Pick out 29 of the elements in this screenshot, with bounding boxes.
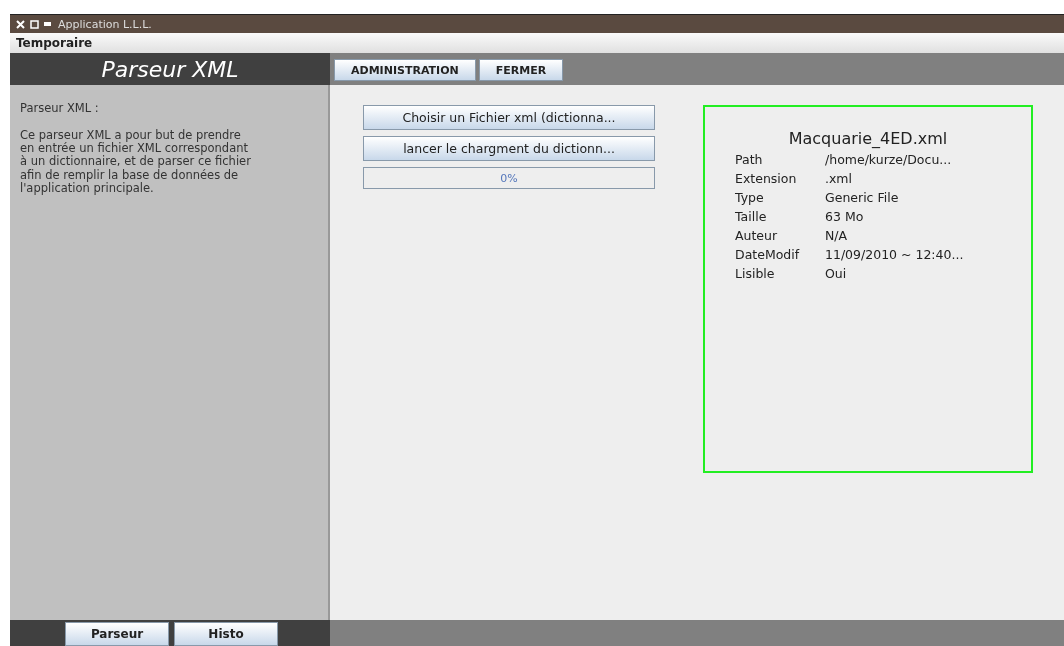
property-value: N/A bbox=[825, 228, 849, 243]
property-label: Path bbox=[735, 152, 764, 167]
property-label: DateModif bbox=[735, 247, 801, 262]
property-label: Lisible bbox=[735, 266, 776, 281]
tab[interactable]: ADMINISTRATION bbox=[334, 59, 476, 81]
property-value: Oui bbox=[825, 266, 848, 281]
sidebar-heading: Parseur XML : bbox=[20, 101, 100, 115]
menu-item[interactable]: Temporaire bbox=[16, 36, 93, 50]
property-label: Extension bbox=[735, 171, 798, 186]
property-value: 63 Mo bbox=[825, 209, 865, 224]
property-value: .xml bbox=[825, 171, 854, 186]
tab[interactable]: FERMER bbox=[478, 59, 564, 81]
progress-label: 0% bbox=[500, 171, 518, 185]
action-button[interactable]: Choisir un Fichier xml (dictionna... bbox=[363, 105, 655, 130]
window-title: Application L.L.L. bbox=[58, 17, 152, 31]
description-text: Ce parseur XML a pour but de prendre en entrée un fichier XML correspondant à un dictionnaire, et de parser ce fichier afin de remplir la base de données de l'application principale. bbox=[20, 129, 252, 196]
maximize-icon[interactable] bbox=[30, 19, 39, 29]
file-name: Macquarie_4ED.xml bbox=[787, 129, 949, 148]
property-value: /home/kurze/Docu... bbox=[825, 152, 953, 167]
sidebar-title: Parseur XML bbox=[10, 53, 330, 85]
action-button[interactable]: lancer le chargment du dictionn... bbox=[363, 136, 655, 161]
property-value: 11/09/2010 ~ 12:40... bbox=[825, 247, 965, 262]
property-label: Type bbox=[735, 190, 765, 205]
close-icon[interactable] bbox=[16, 19, 25, 29]
property-label: Auteur bbox=[735, 228, 779, 243]
nav-button[interactable]: Parseur bbox=[65, 622, 169, 646]
property-value: Generic File bbox=[825, 190, 900, 205]
nav-button[interactable]: Histo bbox=[174, 622, 278, 646]
property-label: Taille bbox=[735, 209, 768, 224]
